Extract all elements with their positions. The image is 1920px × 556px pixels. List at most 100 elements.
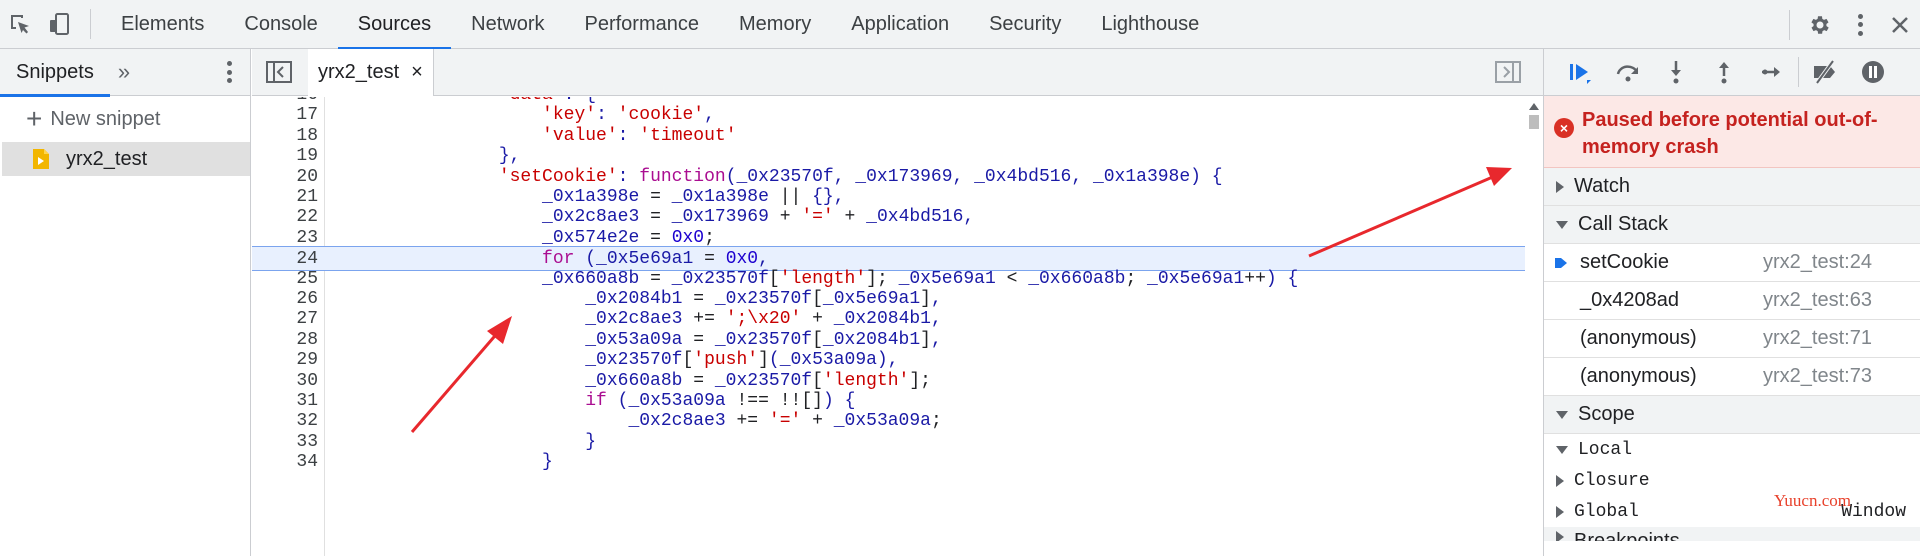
error-icon: ×	[1554, 118, 1574, 138]
watch-label: Watch	[1574, 175, 1630, 197]
step-into-button[interactable]	[1652, 49, 1700, 96]
call-stack-section-header[interactable]: Call Stack	[1544, 206, 1920, 244]
expand-triangle-icon	[1556, 505, 1564, 518]
scope-local[interactable]: Local	[1544, 434, 1920, 465]
breakpoints-section-header[interactable]: Breakpoints	[1544, 527, 1920, 541]
tab-security[interactable]: Security	[969, 0, 1081, 49]
code-line[interactable]: 34 }	[252, 450, 1525, 475]
scope-name: Closure	[1574, 470, 1650, 491]
toggle-navigator-icon[interactable]	[266, 61, 292, 83]
pause-on-exceptions-button[interactable]	[1849, 49, 1897, 96]
call-stack-list: setCookie yrx2_test:24 _0x4208ad yrx2_test:…	[1544, 244, 1920, 396]
devtools-main-toolbar: Elements Console Sources Network Performance…	[0, 0, 1920, 50]
tab-performance[interactable]: Performance	[565, 0, 720, 49]
call-stack-label: Call Stack	[1578, 213, 1669, 235]
collapse-triangle-icon	[1556, 445, 1568, 454]
more-options-icon[interactable]	[1840, 0, 1880, 49]
breakpoints-label: Breakpoints	[1574, 530, 1680, 541]
new-snippet-button[interactable]: + New snippet	[0, 96, 250, 142]
editor-pane: yrx2_test × 16 'data': {17 'key': 'cooki…	[252, 48, 1543, 556]
toolbar-divider	[90, 9, 91, 39]
vertical-scrollbar[interactable]	[1525, 97, 1543, 556]
close-icon[interactable]	[1880, 0, 1920, 49]
scope-label: Scope	[1578, 403, 1635, 425]
debugger-toolbar	[1544, 49, 1920, 96]
snippet-item[interactable]: yrx2_test	[2, 142, 250, 176]
collapse-triangle-icon	[1556, 410, 1568, 419]
panel-tabs: Elements Console Sources Network Performance…	[101, 0, 1219, 50]
call-frame[interactable]: _0x4208ad yrx2_test:63	[1544, 282, 1920, 320]
tab-lighthouse[interactable]: Lighthouse	[1081, 0, 1219, 49]
tab-memory[interactable]: Memory	[719, 0, 831, 49]
tab-sources[interactable]: Sources	[337, 0, 452, 50]
code-text: }	[326, 452, 553, 473]
deactivate-breakpoints-button[interactable]	[1801, 49, 1849, 96]
tab-network[interactable]: Network	[451, 0, 564, 49]
watermark: Yuucn.com	[1774, 491, 1851, 510]
snippet-file-icon	[33, 149, 49, 169]
watch-section-header[interactable]: Watch	[1544, 168, 1920, 206]
frame-location[interactable]: yrx2_test:73	[1763, 365, 1872, 388]
inspect-element-icon[interactable]	[0, 0, 40, 49]
frame-location[interactable]: yrx2_test:24	[1763, 251, 1872, 274]
paused-message-banner: × Paused before potential out-of-memory …	[1544, 96, 1920, 168]
scope-closure[interactable]: Closure	[1544, 465, 1920, 496]
toolbar-right-actions	[1779, 0, 1920, 49]
close-tab-icon[interactable]: ×	[411, 61, 423, 84]
expand-triangle-icon	[1556, 180, 1564, 193]
resume-button[interactable]	[1556, 49, 1604, 96]
step-over-icon	[1616, 65, 1639, 82]
scope-list: Local Closure Global Window	[1544, 434, 1920, 527]
toolbar-divider	[1789, 9, 1790, 40]
step-into-icon	[1671, 61, 1681, 84]
plus-icon: +	[26, 103, 43, 134]
device-toolbar-icon[interactable]	[40, 0, 80, 49]
step-icon	[1762, 67, 1780, 77]
tab-console[interactable]: Console	[224, 0, 337, 49]
frame-function-name: _0x4208ad	[1580, 289, 1679, 311]
frame-location[interactable]: yrx2_test:71	[1763, 327, 1872, 350]
scope-section-header[interactable]: Scope	[1544, 396, 1920, 434]
toggle-debugger-icon[interactable]	[1495, 61, 1521, 83]
settings-gear-icon[interactable]	[1800, 0, 1840, 49]
call-frame[interactable]: (anonymous) yrx2_test:73	[1544, 358, 1920, 396]
paused-message: Paused before potential out-of-memory cr…	[1582, 109, 1878, 158]
tab-application[interactable]: Application	[831, 0, 969, 49]
call-frame[interactable]: (anonymous) yrx2_test:71	[1544, 320, 1920, 358]
frame-function-name: setCookie	[1580, 251, 1669, 273]
collapse-triangle-icon	[1556, 220, 1568, 229]
expand-triangle-icon	[1556, 474, 1564, 487]
current-frame-arrow-icon	[1555, 258, 1567, 268]
step-button[interactable]	[1748, 49, 1796, 96]
step-out-button[interactable]	[1700, 49, 1748, 96]
editor-tabstrip: yrx2_test ×	[252, 48, 1543, 96]
file-tab-label: yrx2_test	[318, 60, 400, 83]
frame-function-name: (anonymous)	[1580, 327, 1697, 349]
navigator-header: Snippets »	[0, 49, 250, 97]
snippet-item-label: yrx2_test	[66, 147, 148, 170]
expand-triangle-icon	[1556, 531, 1564, 541]
code-view[interactable]: 16 'data': {17 'key': 'cookie',18 'value…	[252, 97, 1543, 556]
scope-name: Local	[1578, 439, 1633, 460]
deactivate-breakpoints-icon	[1814, 59, 1835, 85]
pause-on-exceptions-icon	[1862, 61, 1884, 83]
scrollbar-thumb[interactable]	[1529, 115, 1539, 129]
more-tabs-chevron-icon[interactable]: »	[118, 59, 130, 85]
scope-global[interactable]: Global Window	[1544, 496, 1920, 527]
step-over-button[interactable]	[1604, 49, 1652, 96]
frame-function-name: (anonymous)	[1580, 365, 1697, 387]
scroll-up-arrow-icon[interactable]	[1529, 103, 1539, 110]
tab-elements[interactable]: Elements	[101, 0, 224, 49]
call-frame[interactable]: setCookie yrx2_test:24	[1544, 244, 1920, 282]
frame-location[interactable]: yrx2_test:63	[1763, 289, 1872, 312]
new-snippet-label: New snippet	[50, 107, 161, 130]
navigator-pane: Snippets » + New snippet yrx2_test	[0, 49, 251, 556]
editor-file-tab[interactable]: yrx2_test ×	[308, 48, 434, 96]
tab-snippets[interactable]: Snippets	[0, 49, 110, 97]
toolbar-divider	[1798, 57, 1799, 87]
line-number[interactable]: 34	[252, 450, 318, 475]
scope-name: Global	[1574, 501, 1639, 522]
navigator-menu-icon[interactable]	[226, 61, 232, 83]
debugger-sidebar: × Paused before potential out-of-memory …	[1543, 49, 1920, 556]
step-out-icon	[1719, 62, 1729, 84]
